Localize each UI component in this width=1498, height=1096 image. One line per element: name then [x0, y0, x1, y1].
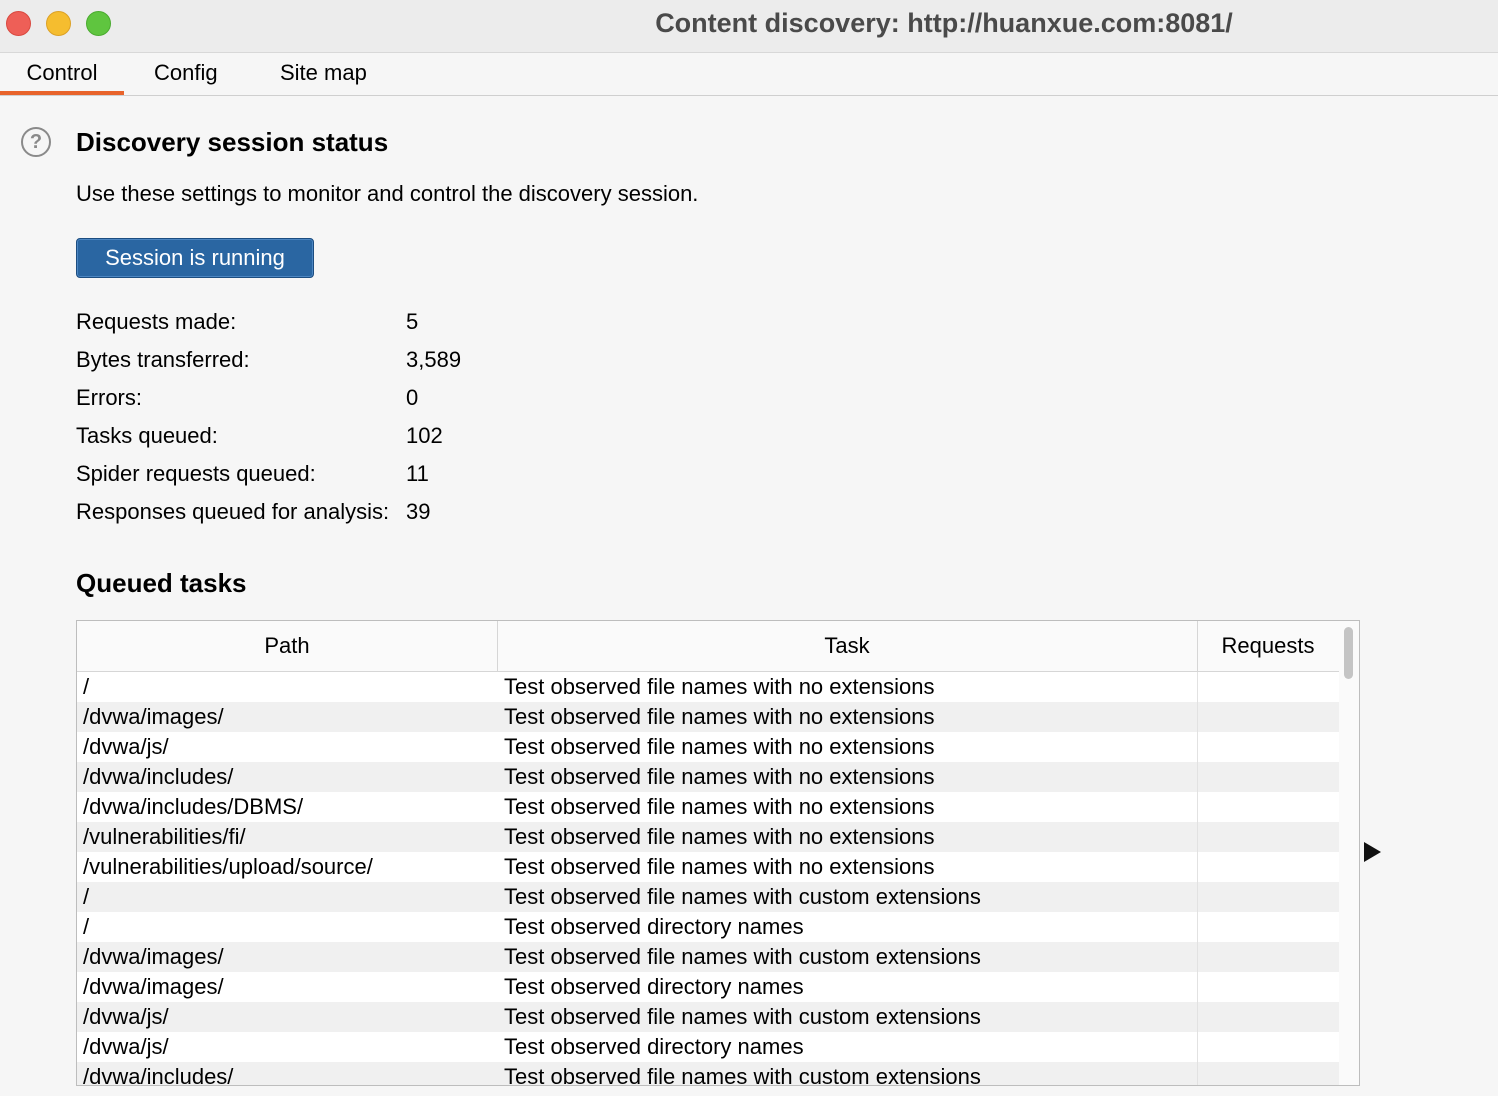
path-cell: /dvwa/includes/: [83, 1064, 234, 1086]
triangle-right-icon[interactable]: [1364, 842, 1381, 862]
stat-value-spider-requests-queued: 11: [406, 461, 429, 486]
stat-label-responses-queued: Responses queued for analysis:: [76, 499, 390, 524]
stat-label-errors: Errors:: [76, 385, 142, 410]
requests-cell: [1197, 822, 1340, 852]
path-cell: /dvwa/images/: [83, 974, 224, 999]
table-row[interactable]: / Test observed file names with custom ex…: [77, 882, 1339, 912]
table-row[interactable]: /dvwa/images/Test observed directory nam…: [77, 972, 1339, 1002]
requests-cell: [1197, 792, 1340, 822]
tab-site-map[interactable]: Site map: [280, 53, 367, 95]
tab-bar: Control Config Site map: [0, 53, 1498, 96]
stat-value-errors: 0: [406, 385, 419, 410]
requests-cell: [1197, 942, 1340, 972]
path-cell: /: [83, 914, 90, 939]
path-cell: /dvwa/includes/: [83, 764, 234, 789]
table-row[interactable]: /vulnerabilities/upload/source/Test obse…: [77, 852, 1339, 882]
stat-value-tasks-queued: 102: [406, 423, 443, 448]
tab-config[interactable]: Config: [154, 53, 218, 95]
task-cell: Test observed file names with no extensi…: [504, 674, 935, 699]
queued-tasks-heading: Queued tasks: [76, 568, 247, 598]
tab-control[interactable]: Control: [0, 53, 124, 95]
column-header-path[interactable]: Path: [77, 621, 498, 671]
stat-label-tasks-queued: Tasks queued:: [76, 423, 218, 448]
path-cell: /dvwa/includes/DBMS/: [83, 794, 304, 819]
path-cell: /dvwa/js/: [83, 1034, 169, 1059]
table-row[interactable]: /dvwa/images/Test observed file names wi…: [77, 942, 1339, 972]
path-cell: /dvwa/js/: [83, 1004, 169, 1029]
task-cell: Test observed file names with no extensi…: [504, 704, 935, 729]
requests-cell: [1197, 672, 1340, 702]
queued-tasks-table: Path Task Requests / Test observed file n…: [76, 620, 1360, 1086]
task-cell: Test observed directory names: [504, 1034, 804, 1059]
table-row[interactable]: /dvwa/includes/Test observed file names …: [77, 762, 1339, 792]
requests-cell: [1197, 732, 1340, 762]
table-header: Path Task Requests: [77, 621, 1339, 672]
table-row[interactable]: /vulnerabilities/fi/Test observed file n…: [77, 822, 1339, 852]
stat-value-responses-queued: 39: [406, 499, 431, 524]
path-cell: /dvwa/js/: [83, 734, 169, 759]
path-cell: /vulnerabilities/upload/source/: [83, 854, 373, 879]
column-header-task[interactable]: Task: [497, 621, 1198, 671]
task-cell: Test observed directory names: [504, 974, 804, 999]
task-cell: Test observed file names with custom ext…: [504, 884, 981, 909]
task-cell: Test observed file names with no extensi…: [504, 854, 935, 879]
status-heading: Discovery session status: [76, 127, 389, 157]
table-body: / Test observed file names with no extens…: [77, 672, 1340, 1086]
table-row[interactable]: / Test observed directory names: [77, 912, 1339, 942]
column-header-requests[interactable]: Requests: [1197, 621, 1339, 671]
window-title: Content discovery: http://huanxue.com:80…: [655, 8, 1233, 38]
status-description: Use these settings to monitor and contro…: [76, 181, 699, 206]
zoom-window-button[interactable]: [86, 11, 111, 36]
close-window-button[interactable]: [6, 11, 31, 36]
stat-label-bytes-transferred: Bytes transferred:: [76, 347, 250, 372]
task-cell: Test observed file names with no extensi…: [504, 764, 935, 789]
table-row[interactable]: /dvwa/js/Test observed file names with n…: [77, 732, 1339, 762]
path-cell: /vulnerabilities/fi/: [83, 824, 246, 849]
stat-label-requests-made: Requests made:: [76, 309, 237, 334]
table-row[interactable]: /dvwa/js/Test observed file names with c…: [77, 1002, 1339, 1032]
table-row[interactable]: /dvwa/includes/DBMS/Test observed file n…: [77, 792, 1339, 822]
table-row[interactable]: /dvwa/images/Test observed file names wi…: [77, 702, 1339, 732]
task-cell: Test observed file names with no extensi…: [504, 824, 935, 849]
requests-cell: [1197, 1032, 1340, 1062]
task-cell: Test observed file names with no extensi…: [504, 734, 935, 759]
table-row[interactable]: /dvwa/js/Test observed directory names: [77, 1032, 1339, 1062]
requests-cell: [1197, 882, 1340, 912]
requests-cell: [1197, 852, 1340, 882]
path-cell: /: [83, 674, 90, 699]
stat-value-requests-made: 5: [406, 309, 419, 334]
stat-value-bytes-transferred: 3,589: [406, 347, 462, 372]
table-scrollbar[interactable]: [1339, 621, 1359, 1085]
task-cell: Test observed file names with custom ext…: [504, 1064, 981, 1086]
help-icon[interactable]: ?: [21, 127, 51, 157]
path-cell: /dvwa/images/: [83, 944, 224, 969]
window-titlebar: Content discovery: http://huanxue.com:80…: [0, 0, 1498, 53]
table-row[interactable]: / Test observed file names with no extens…: [77, 672, 1339, 702]
requests-cell: [1197, 702, 1340, 732]
requests-cell: [1197, 972, 1340, 1002]
task-cell: Test observed directory names: [504, 914, 804, 939]
task-cell: Test observed file names with custom ext…: [504, 1004, 981, 1029]
path-cell: /dvwa/images/: [83, 704, 224, 729]
requests-cell: [1197, 762, 1340, 792]
requests-cell: [1197, 1002, 1340, 1032]
scrollbar-thumb[interactable]: [1344, 627, 1353, 679]
task-cell: Test observed file names with custom ext…: [504, 944, 981, 969]
task-cell: Test observed file names with no extensi…: [504, 794, 935, 819]
path-cell: /: [83, 884, 90, 909]
requests-cell: [1197, 912, 1340, 942]
session-running-button[interactable]: Session is running: [76, 238, 314, 278]
table-row[interactable]: /dvwa/includes/Test observed file names …: [77, 1062, 1340, 1086]
requests-cell: [1197, 1062, 1340, 1085]
stat-label-spider-requests-queued: Spider requests queued:: [76, 461, 316, 486]
minimize-window-button[interactable]: [46, 11, 71, 36]
